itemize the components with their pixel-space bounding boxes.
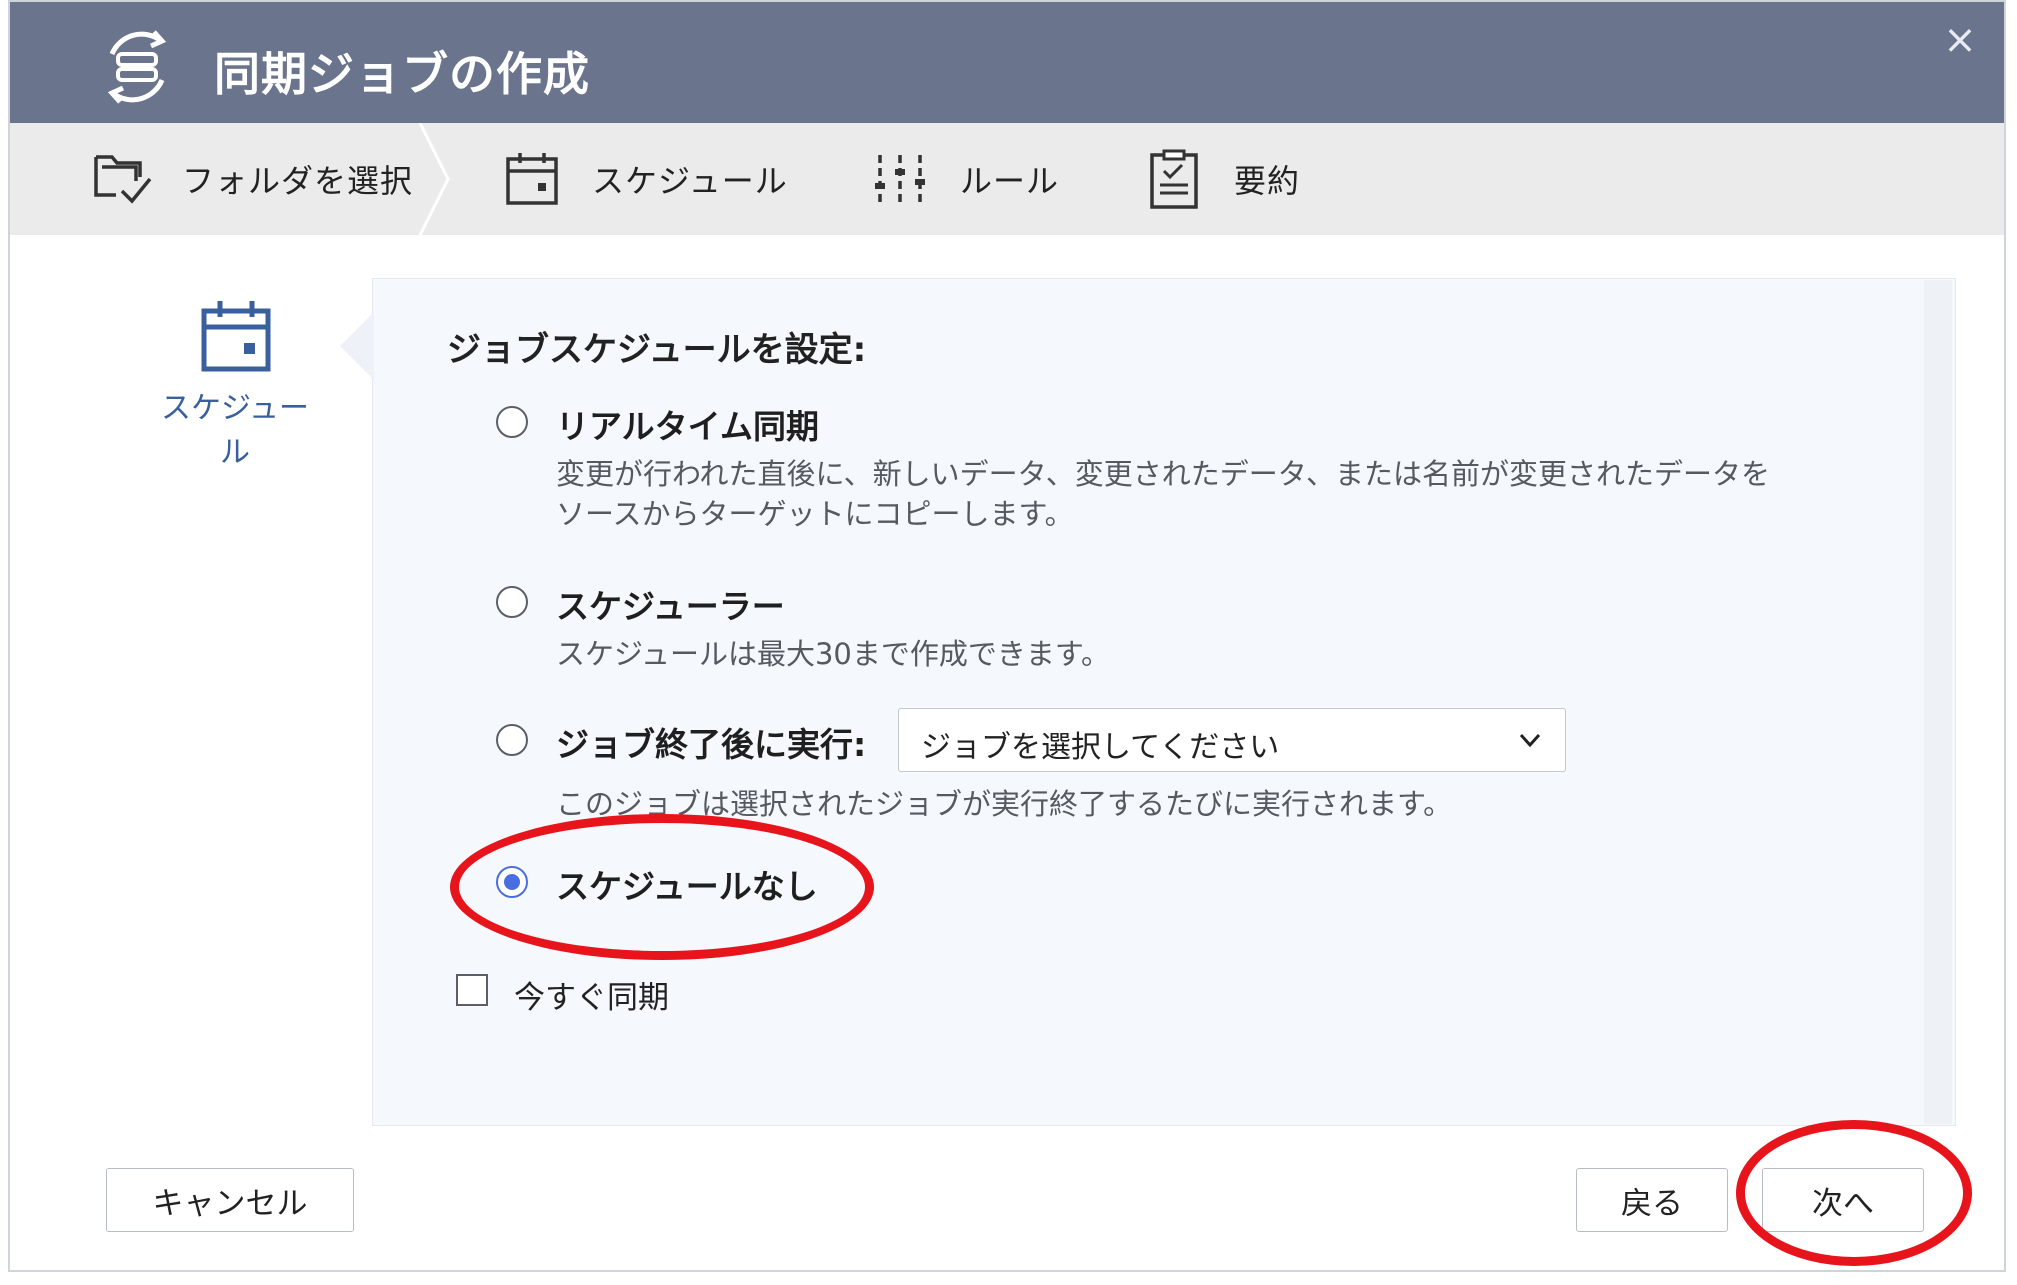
section-title: ジョブスケジュールを設定: [447,330,867,370]
step-label: フォルダを選択 [182,162,414,200]
calendar-icon [201,301,271,372]
option-description: ソースからターゲットにコピーします。 [556,497,1074,531]
step-summary[interactable]: 要約 [1142,123,1300,235]
sync-storage-icon [107,30,167,104]
step-label: スケジュール [592,162,788,200]
sliders-icon [875,155,925,203]
folder-check-icon [94,155,152,204]
calendar-icon [506,153,558,205]
option-label[interactable]: スケジューラー [556,580,785,628]
option-label[interactable]: スケジュールなし [556,860,818,908]
sync-now-checkbox[interactable] [456,974,488,1006]
dialog-title: 同期ジョブの作成 [214,47,590,101]
job-select-dropdown[interactable]: ジョブを選択してください [898,708,1566,772]
option-description: スケジュールは最大30まで作成できます。 [556,637,1110,671]
step-rules[interactable]: ルール [868,123,1059,235]
clipboard-icon [1150,149,1198,209]
dialog-header: 同期ジョブの作成 × [10,2,2004,123]
option-description: 変更が行われた直後に、新しいデータ、変更されたデータ、または名前が変更されたデー… [556,457,1770,491]
step-separator [418,123,450,235]
radio-run-after-job[interactable] [496,724,528,756]
step-label: ルール [960,162,1060,200]
option-label[interactable]: ジョブ終了後に実行: [556,718,866,766]
job-select-value: ジョブを選択してください [921,730,1280,765]
close-button[interactable]: × [1940,20,1980,60]
side-nav: スケジュール [10,235,370,1135]
side-nav-label[interactable]: スケジュール [150,383,320,471]
next-button[interactable]: 次へ [1762,1168,1924,1232]
step-label: 要約 [1234,162,1301,200]
sync-job-dialog: 同期ジョブの作成 × フォルダを選択 スケジュール ルール 要約 スケジュール … [8,0,2006,1272]
sync-now-label[interactable]: 今すぐ同期 [514,972,669,1017]
radio-no-schedule[interactable] [496,866,528,898]
panel-scrollbar[interactable] [1924,280,1952,1124]
step-select-folder[interactable]: フォルダを選択 [90,123,413,235]
option-description: このジョブは選択されたジョブが実行終了するたびに実行されます。 [556,787,1453,821]
panel-pointer [340,312,374,380]
step-schedule[interactable]: スケジュール [500,123,788,235]
radio-scheduler[interactable] [496,586,528,618]
radio-realtime-sync[interactable] [496,406,528,438]
cancel-button[interactable]: キャンセル [106,1168,354,1232]
chevron-down-icon [1519,733,1541,748]
back-button[interactable]: 戻る [1576,1168,1728,1232]
wizard-steps: フォルダを選択 スケジュール ルール 要約 [10,123,2004,235]
option-label[interactable]: リアルタイム同期 [556,400,819,448]
